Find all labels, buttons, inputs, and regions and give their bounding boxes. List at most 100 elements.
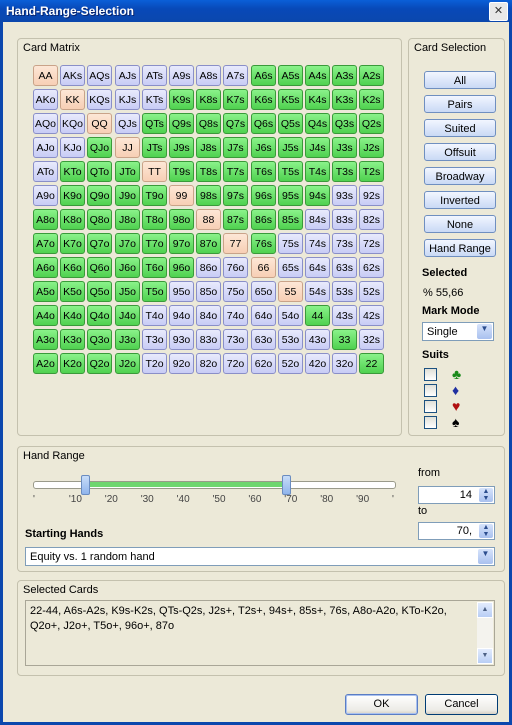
- hand-cell[interactable]: K7o: [60, 233, 85, 254]
- hand-cell[interactable]: 86s: [251, 209, 276, 230]
- hand-cell[interactable]: Q5o: [87, 281, 112, 302]
- hand-cell[interactable]: Q2s: [359, 113, 384, 134]
- hand-cell[interactable]: Q9o: [87, 185, 112, 206]
- hand-cell[interactable]: 54o: [278, 305, 303, 326]
- hand-cell[interactable]: 83o: [196, 329, 221, 350]
- hand-cell[interactable]: A6o: [33, 257, 58, 278]
- selected-cards-text[interactable]: 22-44, A6s-A2s, K9s-K2s, QTs-Q2s, J2s+, …: [25, 600, 495, 666]
- hand-cell[interactable]: KJo: [60, 137, 85, 158]
- hand-cell[interactable]: 93s: [332, 185, 357, 206]
- hand-cell[interactable]: T8o: [142, 209, 167, 230]
- hand-cell[interactable]: JJ: [115, 137, 140, 158]
- hand-cell[interactable]: 63o: [251, 329, 276, 350]
- hand-cell[interactable]: 65s: [278, 257, 303, 278]
- hand-cell[interactable]: 65o: [251, 281, 276, 302]
- spinner-arrows-icon[interactable]: ▲ ▼: [479, 488, 493, 502]
- hand-cell[interactable]: J8s: [196, 137, 221, 158]
- starting-hands-select[interactable]: Equity vs. 1 random hand ▼: [25, 547, 495, 566]
- hand-cell[interactable]: A5o: [33, 281, 58, 302]
- hand-cell[interactable]: A3o: [33, 329, 58, 350]
- hand-cell[interactable]: 98s: [196, 185, 221, 206]
- hand-cell[interactable]: T3s: [332, 161, 357, 182]
- hand-cell[interactable]: K2o: [60, 353, 85, 374]
- hand-cell[interactable]: J9s: [169, 137, 194, 158]
- hand-cell[interactable]: T5o: [142, 281, 167, 302]
- hand-cell[interactable]: J3o: [115, 329, 140, 350]
- to-spinner[interactable]: 70, ▲ ▼: [418, 522, 495, 540]
- hand-cell[interactable]: Q5s: [278, 113, 303, 134]
- hand-cell[interactable]: 82o: [196, 353, 221, 374]
- hand-cell[interactable]: QTo: [87, 161, 112, 182]
- pairs-button[interactable]: Pairs: [424, 95, 496, 113]
- hand-cell[interactable]: Q2o: [87, 353, 112, 374]
- none-button[interactable]: None: [424, 215, 496, 233]
- hand-cell[interactable]: J6o: [115, 257, 140, 278]
- hand-cell[interactable]: 99: [169, 185, 194, 206]
- hand-cell[interactable]: 96o: [169, 257, 194, 278]
- hand-cell[interactable]: J7o: [115, 233, 140, 254]
- hand-cell[interactable]: J4o: [115, 305, 140, 326]
- hand-cell[interactable]: 92o: [169, 353, 194, 374]
- hand-cell[interactable]: 96s: [251, 185, 276, 206]
- hand-cell[interactable]: ATs: [142, 65, 167, 86]
- hand-cell[interactable]: 74s: [305, 233, 330, 254]
- hand-cell[interactable]: AJo: [33, 137, 58, 158]
- hand-cell[interactable]: J5s: [278, 137, 303, 158]
- hand-cell[interactable]: QJo: [87, 137, 112, 158]
- hand-cell[interactable]: A7s: [223, 65, 248, 86]
- hand-cell[interactable]: 62s: [359, 257, 384, 278]
- hand-cell[interactable]: 22: [359, 353, 384, 374]
- hand-cell[interactable]: A6s: [251, 65, 276, 86]
- hand-cell[interactable]: KTo: [60, 161, 85, 182]
- hand-cell[interactable]: 66: [251, 257, 276, 278]
- hand-cell[interactable]: 92s: [359, 185, 384, 206]
- hand-cell[interactable]: 53s: [332, 281, 357, 302]
- hand-cell[interactable]: 43s: [332, 305, 357, 326]
- hand-cell[interactable]: 95o: [169, 281, 194, 302]
- range-slider-to-handle[interactable]: [282, 475, 292, 495]
- suit-checkbox[interactable]: [424, 368, 437, 381]
- hand-cell[interactable]: 76s: [251, 233, 276, 254]
- hand-cell[interactable]: QQ: [87, 113, 112, 134]
- hand-cell[interactable]: T2s: [359, 161, 384, 182]
- hand-range-button[interactable]: Hand Range: [424, 239, 496, 257]
- suit-checkbox[interactable]: [424, 384, 437, 397]
- hand-cell[interactable]: 53o: [278, 329, 303, 350]
- hand-cell[interactable]: JTs: [142, 137, 167, 158]
- hand-cell[interactable]: AJs: [115, 65, 140, 86]
- hand-cell[interactable]: 42o: [305, 353, 330, 374]
- hand-cell[interactable]: K6o: [60, 257, 85, 278]
- offsuit-button[interactable]: Offsuit: [424, 143, 496, 161]
- hand-cell[interactable]: T3o: [142, 329, 167, 350]
- hand-cell[interactable]: Q4o: [87, 305, 112, 326]
- hand-cell[interactable]: K9o: [60, 185, 85, 206]
- hand-cell[interactable]: 42s: [359, 305, 384, 326]
- hand-cell[interactable]: K8s: [196, 89, 221, 110]
- hand-cell[interactable]: Q6o: [87, 257, 112, 278]
- hand-cell[interactable]: 88: [196, 209, 221, 230]
- hand-cell[interactable]: T8s: [196, 161, 221, 182]
- hand-cell[interactable]: K4s: [305, 89, 330, 110]
- hand-cell[interactable]: A8o: [33, 209, 58, 230]
- hand-cell[interactable]: 77: [223, 233, 248, 254]
- hand-cell[interactable]: Q3o: [87, 329, 112, 350]
- hand-cell[interactable]: JTo: [115, 161, 140, 182]
- hand-cell[interactable]: K5o: [60, 281, 85, 302]
- hand-cell[interactable]: J3s: [332, 137, 357, 158]
- range-slider-from-handle[interactable]: [81, 475, 91, 495]
- hand-cell[interactable]: 54s: [305, 281, 330, 302]
- hand-cell[interactable]: 97o: [169, 233, 194, 254]
- hand-cell[interactable]: AA: [33, 65, 58, 86]
- hand-cell[interactable]: 87s: [223, 209, 248, 230]
- hand-cell[interactable]: 64s: [305, 257, 330, 278]
- hand-cell[interactable]: A8s: [196, 65, 221, 86]
- hand-cell[interactable]: 64o: [251, 305, 276, 326]
- from-spinner[interactable]: 14 ▲ ▼: [418, 486, 495, 504]
- hand-cell[interactable]: 33: [332, 329, 357, 350]
- hand-cell[interactable]: Q3s: [332, 113, 357, 134]
- suited-button[interactable]: Suited: [424, 119, 496, 137]
- hand-cell[interactable]: 44: [305, 305, 330, 326]
- hand-cell[interactable]: KTs: [142, 89, 167, 110]
- hand-cell[interactable]: KQo: [60, 113, 85, 134]
- hand-cell[interactable]: 55: [278, 281, 303, 302]
